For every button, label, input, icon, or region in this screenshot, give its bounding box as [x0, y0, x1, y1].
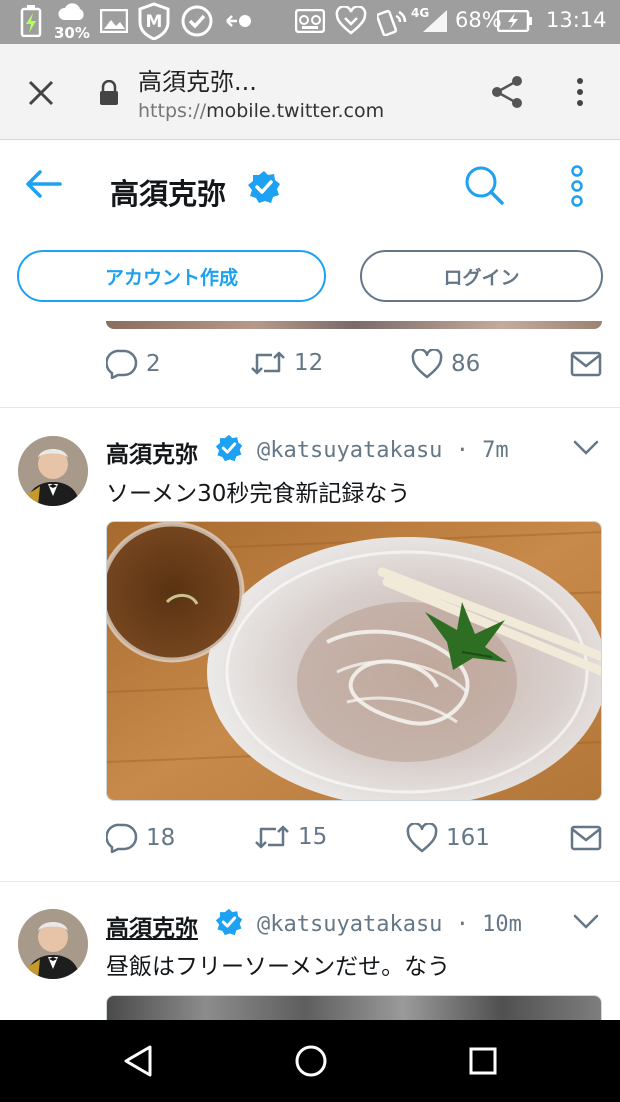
handle-text: @katsuyatakasu — [257, 912, 443, 937]
svg-text:M: M — [146, 12, 163, 32]
like-action[interactable]: 161 — [406, 823, 490, 853]
retweet-action[interactable]: 15 — [254, 823, 327, 851]
reply-action[interactable]: 2 — [106, 349, 161, 379]
heart-hand-icon — [334, 6, 368, 36]
home-circle-icon[interactable] — [294, 1044, 328, 1078]
like-count: 161 — [446, 825, 490, 851]
avatar[interactable] — [18, 436, 88, 506]
profile-name: 高須克弥 — [110, 177, 227, 211]
status-bar: 30% M 4G 68% 13:14 — [0, 0, 620, 44]
reply-icon — [106, 349, 138, 379]
verified-badge-icon — [215, 908, 243, 936]
reply-icon — [106, 823, 138, 853]
somen-photo — [107, 522, 601, 800]
tweet-divider — [0, 881, 620, 882]
tweet-media-image[interactable] — [106, 521, 602, 801]
mcafee-shield-icon: M — [136, 2, 172, 40]
check-circle-icon — [180, 4, 214, 38]
dm-share-icon[interactable] — [570, 825, 602, 851]
heart-icon — [411, 349, 443, 379]
retweet-icon — [251, 351, 285, 375]
tweet-text: ソーメン30秒完食新記録なう — [106, 481, 411, 507]
avatar[interactable] — [18, 909, 88, 979]
retweet-count: 15 — [298, 824, 328, 850]
nfc-icon — [376, 6, 408, 36]
tweet-feed[interactable]: 2 12 86 高須克弥 @katsuyatakasu · 7m ソーメン30秒… — [0, 321, 620, 1020]
handle-text: @katsuyatakasu — [257, 438, 443, 463]
tweet-handle[interactable]: @katsuyatakasu · 10m — [257, 912, 522, 937]
battery-icon — [497, 6, 533, 36]
tweet-author-name[interactable]: 高須克弥 — [106, 435, 198, 469]
like-action[interactable]: 86 — [411, 349, 480, 379]
url-host: mobile.twitter.com — [206, 100, 385, 122]
tweet-media-image[interactable] — [106, 995, 602, 1020]
more-options-icon[interactable] — [568, 165, 586, 207]
browser-toolbar: 高須克弥... https://mobile.twitter.com — [0, 44, 620, 140]
like-count: 86 — [451, 351, 481, 377]
charging-icon — [18, 5, 44, 37]
more-vert-icon[interactable] — [572, 76, 588, 108]
tweet-text: 昼飯はフリーソーメンだせ。なう — [106, 954, 451, 980]
profile-header: 高須克弥 アカウント作成 ログイン — [0, 141, 620, 321]
dm-share-icon[interactable] — [570, 351, 602, 377]
search-icon[interactable] — [464, 165, 504, 205]
lock-icon — [98, 79, 120, 106]
signup-button[interactable]: アカウント作成 — [17, 250, 326, 302]
link-icon — [224, 6, 254, 36]
android-nav-bar — [0, 1020, 620, 1102]
heart-icon — [406, 823, 438, 853]
back-arrow-icon[interactable] — [24, 169, 62, 199]
chevron-down-icon[interactable] — [572, 913, 600, 931]
screen: 30% M 4G 68% 13:14 高須克弥... https://mobil… — [0, 0, 620, 1102]
status-time: 13:14 — [546, 8, 607, 32]
share-icon[interactable] — [490, 74, 524, 110]
battery-percent: 68% — [455, 8, 502, 32]
tweet-time: · 10m — [455, 912, 522, 937]
login-button[interactable]: ログイン — [360, 250, 603, 302]
retweet-icon — [255, 825, 289, 849]
tweet-divider — [0, 407, 620, 408]
recents-square-icon[interactable] — [468, 1046, 498, 1076]
image-icon — [98, 6, 130, 36]
tweet-time: · 7m — [455, 438, 509, 463]
verified-badge-icon — [247, 170, 281, 204]
cloud-icon — [56, 2, 88, 22]
url-scheme: https:// — [138, 100, 207, 122]
verified-badge-icon — [215, 434, 243, 462]
url-bar[interactable]: https://mobile.twitter.com — [138, 100, 384, 122]
tweet-media-partial[interactable] — [106, 321, 602, 329]
battery-saver-percent: 30% — [54, 24, 90, 42]
tweet-author-name[interactable]: 高須克弥 — [106, 909, 198, 943]
page-title: 高須克弥... — [138, 68, 257, 96]
reply-action[interactable]: 18 — [106, 823, 175, 853]
retweet-count: 12 — [294, 350, 324, 376]
reply-count: 2 — [146, 351, 161, 377]
retweet-action[interactable]: 12 — [250, 349, 323, 377]
chevron-down-icon[interactable] — [572, 439, 600, 457]
voicemail-icon — [294, 6, 326, 36]
tweet-handle[interactable]: @katsuyatakasu · 7m — [257, 438, 509, 463]
reply-count: 18 — [146, 825, 176, 851]
close-icon[interactable] — [26, 78, 56, 108]
back-triangle-icon[interactable] — [122, 1044, 154, 1078]
signal-icon — [420, 8, 452, 34]
